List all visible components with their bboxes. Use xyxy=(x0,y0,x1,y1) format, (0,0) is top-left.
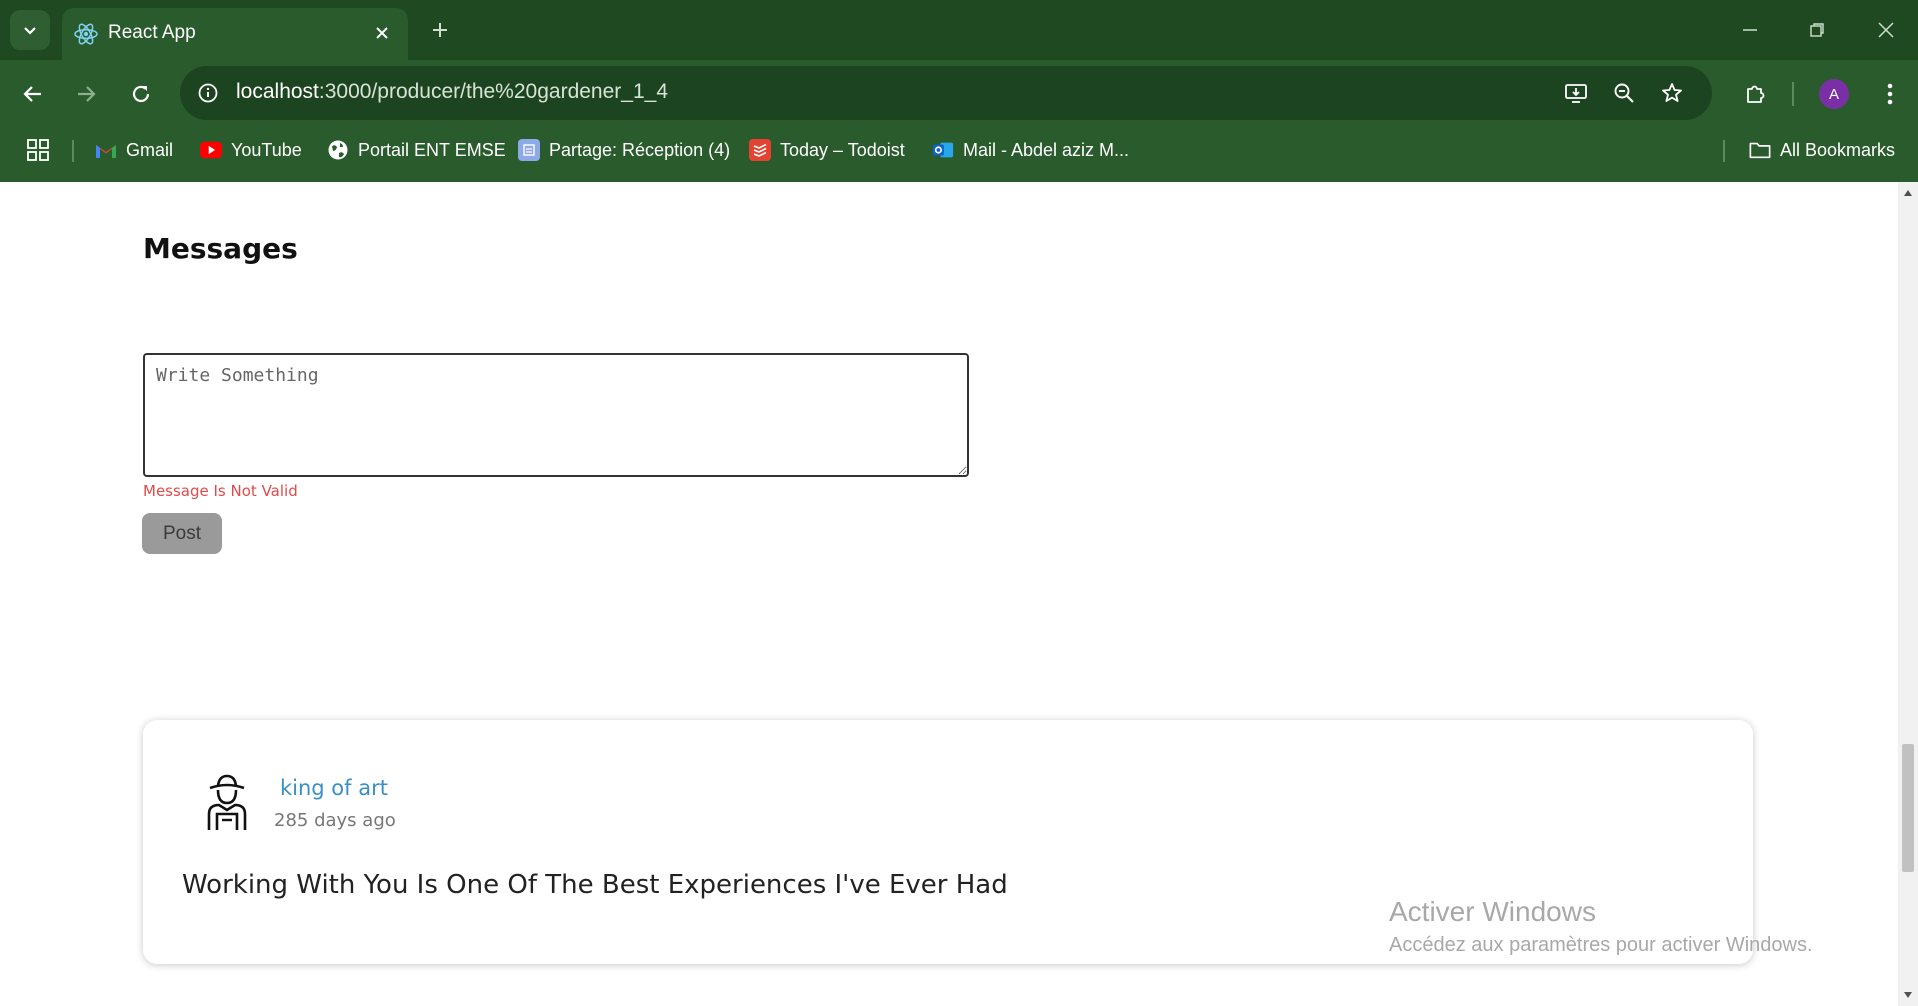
url-text: localhost:3000/producer/the%20gardener_1… xyxy=(236,80,668,104)
toolbar: localhost:3000/producer/the%20gardener_1… xyxy=(0,60,1918,124)
message-error: Message Is Not Valid xyxy=(143,482,298,500)
menu-button[interactable] xyxy=(1870,74,1910,114)
message-timestamp: 285 days ago xyxy=(274,810,396,831)
page-content: Messages Message Is Not Valid Post king … xyxy=(0,182,1898,1006)
bookmarks-bar: Gmail YouTube Portail ENT EMSE Partage: … xyxy=(0,130,1918,170)
message-input[interactable] xyxy=(143,353,969,477)
gmail-icon xyxy=(95,139,117,161)
tab-search-button[interactable] xyxy=(10,10,50,50)
youtube-icon xyxy=(200,139,222,161)
post-button[interactable]: Post xyxy=(142,513,222,554)
all-bookmarks-label: All Bookmarks xyxy=(1780,139,1896,160)
globe-icon xyxy=(327,139,349,161)
minimize-button[interactable] xyxy=(1730,12,1770,48)
messages-heading: Messages xyxy=(143,232,298,265)
browser-chrome: React App localhost:3000/producer/the%20… xyxy=(0,0,1918,182)
react-icon xyxy=(71,19,101,49)
reload-icon xyxy=(132,85,150,103)
bookmarks-divider xyxy=(1723,140,1725,162)
site-info-button[interactable] xyxy=(192,77,224,109)
extensions-button[interactable] xyxy=(1735,74,1775,114)
puzzle-icon xyxy=(1747,85,1765,103)
bookmark-label: Partage: Réception (4) xyxy=(549,139,731,160)
install-app-button[interactable] xyxy=(1560,77,1592,109)
message-author-link[interactable]: king of art xyxy=(280,776,388,800)
arrow-left-icon xyxy=(23,86,41,102)
scrollbar-thumb[interactable] xyxy=(1902,744,1914,872)
apps-grid-icon xyxy=(27,139,49,161)
farmer-avatar-icon xyxy=(207,774,247,830)
bookmark-label: YouTube xyxy=(231,139,302,160)
bookmark-outlook-mail[interactable]: Mail - Abdel aziz M... xyxy=(932,130,1129,170)
restore-icon xyxy=(1810,23,1824,37)
outlook-icon xyxy=(932,139,954,161)
todoist-icon xyxy=(749,139,771,161)
forward-button[interactable] xyxy=(66,74,106,114)
bookmark-todoist[interactable]: Today – Todoist xyxy=(749,130,905,170)
chevron-down-icon xyxy=(24,27,36,35)
address-bar[interactable]: localhost:3000/producer/the%20gardener_1… xyxy=(180,66,1712,120)
tab-react-app[interactable]: React App xyxy=(62,8,408,60)
close-icon xyxy=(1878,22,1894,38)
zoom-out-icon xyxy=(1614,83,1634,103)
url-host: localhost xyxy=(236,80,319,103)
install-app-icon xyxy=(1565,84,1587,103)
scroll-down-arrow[interactable] xyxy=(1901,988,1915,1002)
bookmarks-divider xyxy=(72,140,74,162)
close-window-button[interactable] xyxy=(1866,12,1906,48)
bookmark-label: Portail ENT EMSE xyxy=(358,139,506,160)
tab-title: React App xyxy=(108,22,196,43)
zoom-button[interactable] xyxy=(1608,77,1640,109)
url-path: :3000/producer/the%20gardener_1_4 xyxy=(318,80,668,103)
bookmark-portail-ent[interactable]: Portail ENT EMSE xyxy=(327,130,506,170)
kebab-icon xyxy=(1887,83,1893,105)
tab-strip: React App xyxy=(0,0,1918,60)
partage-icon xyxy=(518,139,540,161)
bookmark-label: Mail - Abdel aziz M... xyxy=(963,139,1130,160)
close-icon xyxy=(376,27,388,39)
bookmark-label: Gmail xyxy=(126,139,174,160)
all-bookmarks-button[interactable]: All Bookmarks xyxy=(1749,130,1895,170)
bookmark-star-button[interactable] xyxy=(1656,77,1688,109)
message-text: Working With You Is One Of The Best Expe… xyxy=(182,870,1008,900)
restore-button[interactable] xyxy=(1797,12,1837,48)
triangle-up-icon xyxy=(1904,190,1912,196)
info-icon xyxy=(198,83,218,103)
bookmark-youtube[interactable]: YouTube xyxy=(200,130,302,170)
scroll-up-arrow[interactable] xyxy=(1901,186,1915,200)
star-icon xyxy=(1662,83,1682,102)
vertical-scrollbar[interactable] xyxy=(1898,182,1918,1006)
new-tab-button[interactable] xyxy=(424,14,456,46)
plus-icon xyxy=(433,23,447,37)
toolbar-divider xyxy=(1792,82,1794,106)
reload-button[interactable] xyxy=(121,74,161,114)
back-button[interactable] xyxy=(13,74,53,114)
triangle-down-icon xyxy=(1904,992,1912,998)
minimize-icon xyxy=(1743,29,1757,31)
windows-activation-subtitle: Accédez aux paramètres pour activer Wind… xyxy=(1389,934,1813,956)
apps-button[interactable] xyxy=(27,130,49,170)
arrow-right-icon xyxy=(78,86,96,102)
windows-activation-title: Activer Windows xyxy=(1389,896,1596,927)
tab-close-button[interactable] xyxy=(368,19,396,47)
bookmark-label: Today – Todoist xyxy=(780,139,905,160)
folder-icon xyxy=(1749,139,1771,161)
profile-avatar[interactable]: A xyxy=(1819,79,1849,109)
bookmark-gmail[interactable]: Gmail xyxy=(95,130,173,170)
bookmark-partage[interactable]: Partage: Réception (4) xyxy=(518,130,730,170)
